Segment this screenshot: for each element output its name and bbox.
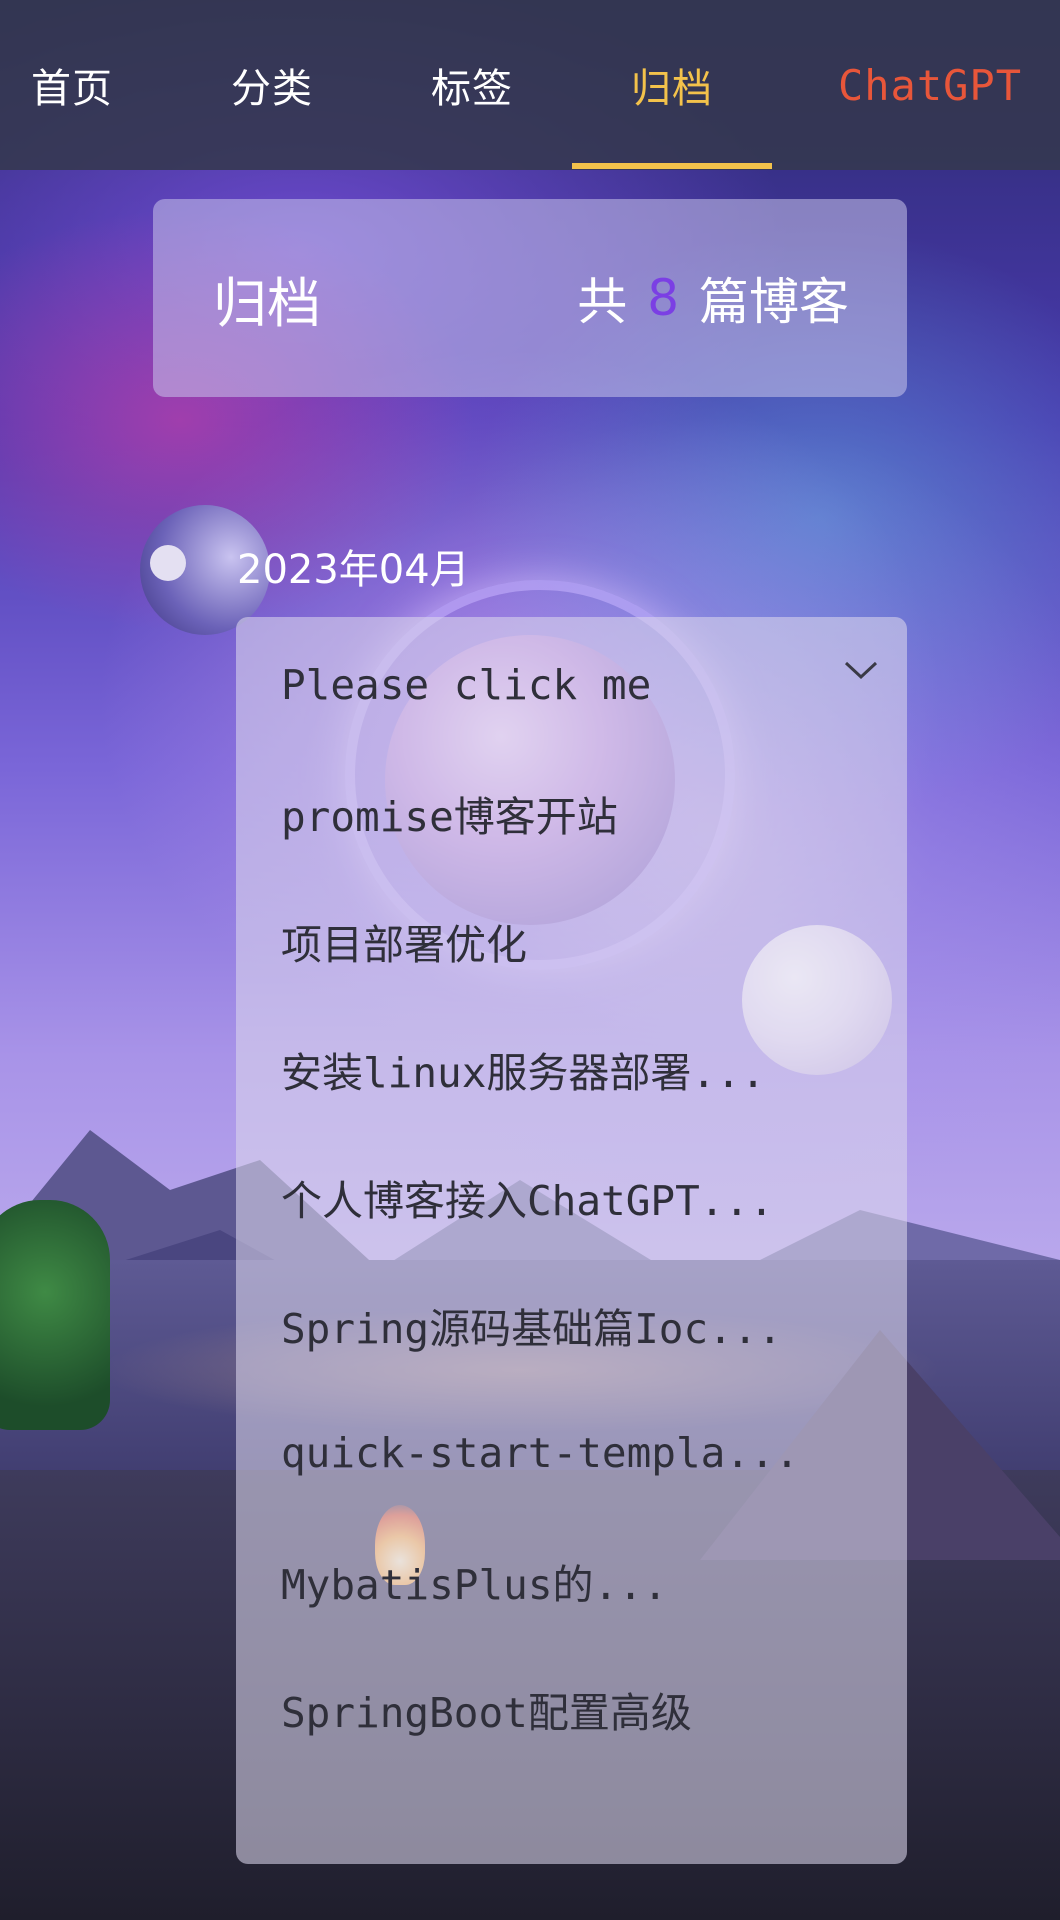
post-list-card: Please click me promise博客开站 项目部署优化 安装lin…: [236, 617, 907, 1864]
post-link[interactable]: quick-start-templa...: [281, 1408, 881, 1498]
post-title: SpringBoot配置高级: [281, 1689, 692, 1737]
nav-item-home[interactable]: 首页: [0, 0, 172, 170]
timeline-date: 2023年04月: [237, 547, 470, 593]
post-title: promise博客开站: [281, 793, 618, 841]
post-link[interactable]: SpringBoot配置高级: [281, 1664, 881, 1754]
post-count-suffix: 篇博客: [699, 273, 849, 331]
chevron-down-icon[interactable]: [843, 652, 879, 688]
post-title: 安装linux服务器部署...: [281, 1049, 766, 1097]
nav-item-label: 归档: [631, 66, 713, 112]
post-count-prefix: 共: [577, 273, 628, 331]
active-tab-indicator: [572, 163, 772, 169]
top-navigation: 首页 分类 标签 归档 ChatGPT: [0, 0, 1060, 170]
nav-item-label: 分类: [231, 66, 313, 112]
archive-header-card: 归档 共 8 篇博客: [153, 199, 907, 397]
nav-item-tags[interactable]: 标签: [372, 0, 572, 170]
post-link[interactable]: promise博客开站: [281, 768, 881, 858]
nav-item-label: 首页: [31, 66, 113, 112]
tree-illustration: [0, 1200, 110, 1430]
post-title: 项目部署优化: [281, 921, 527, 969]
nav-item-archive[interactable]: 归档: [572, 0, 772, 170]
nav-item-label: ChatGPT: [837, 60, 1022, 110]
nav-item-label: 标签: [431, 66, 513, 112]
dropdown-toggle[interactable]: Please click me: [281, 640, 881, 730]
post-count-number: 8: [647, 269, 679, 327]
post-title: quick-start-templa...: [281, 1429, 800, 1477]
post-link[interactable]: MybatisPlus的...: [281, 1536, 881, 1626]
post-title: Spring源码基础篇Ioc...: [281, 1305, 783, 1353]
dropdown-label: Please click me: [281, 661, 652, 709]
nav-item-chatgpt[interactable]: ChatGPT: [815, 0, 1045, 170]
timeline-dot: [150, 545, 186, 581]
post-count: 共 8 篇博客: [577, 199, 849, 397]
post-link[interactable]: 项目部署优化: [281, 896, 881, 986]
post-title: MybatisPlus的...: [281, 1561, 668, 1609]
post-title: 个人博客接入ChatGPT...: [281, 1177, 774, 1225]
page-title: 归档: [213, 271, 321, 335]
post-link[interactable]: 安装linux服务器部署...: [281, 1024, 881, 1114]
post-link[interactable]: Spring源码基础篇Ioc...: [281, 1280, 881, 1370]
post-link[interactable]: 个人博客接入ChatGPT...: [281, 1152, 881, 1242]
nav-item-categories[interactable]: 分类: [172, 0, 372, 170]
